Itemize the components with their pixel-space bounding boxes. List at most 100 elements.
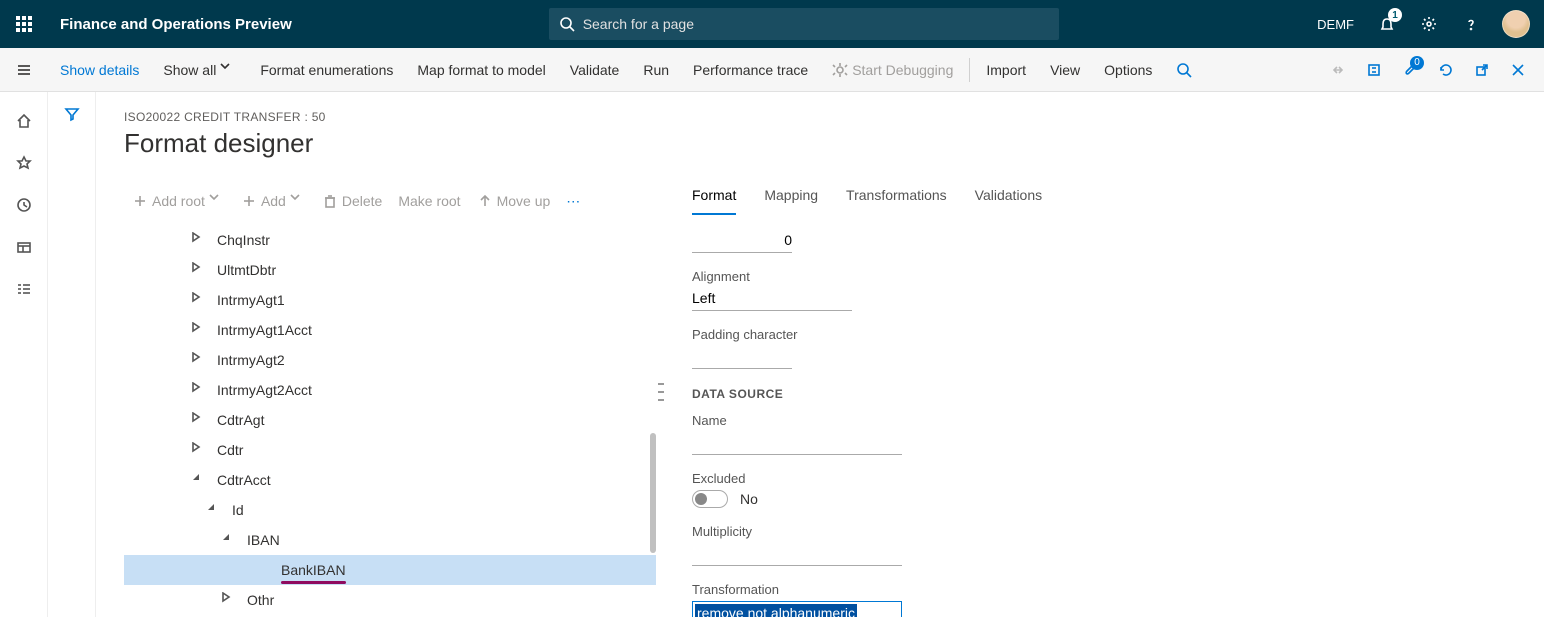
excluded-toggle[interactable] [692,490,728,508]
tree-row[interactable]: ChqInstr [124,225,656,255]
home-icon[interactable] [0,100,48,142]
performance-trace-button[interactable]: Performance trace [681,48,820,92]
hamburger-icon[interactable] [0,48,48,92]
cmd-search-icon[interactable] [1164,48,1204,92]
company-code[interactable]: DEMF [1317,17,1354,32]
notifications-icon[interactable]: 1 [1366,0,1408,48]
tree-row[interactable]: CdtrAgt [124,405,656,435]
transformation-value: remove not alphanumeric [695,604,857,617]
popout-icon[interactable] [1464,48,1500,92]
transformation-label: Transformation [692,582,1508,597]
tree-row[interactable]: CdtrAcct [124,465,656,495]
tab-format[interactable]: Format [692,183,736,215]
expand-closed-icon[interactable] [191,412,207,428]
expand-open-icon[interactable] [191,472,207,488]
map-format-button[interactable]: Map format to model [405,48,557,92]
tree-row[interactable]: IntrmyAgt2Acct [124,375,656,405]
tree-row[interactable]: IBAN [124,525,656,555]
tab-mapping[interactable]: Mapping [764,183,818,215]
app-title: Finance and Operations Preview [60,16,292,33]
multiplicity-label: Multiplicity [692,524,1508,539]
refresh-icon[interactable] [1428,48,1464,92]
tree-row[interactable]: Cdtr [124,435,656,465]
multiplicity-field[interactable] [692,541,902,566]
avatar[interactable] [1502,10,1530,38]
tree-label: IntrmyAgt2 [217,352,285,368]
import-button[interactable]: Import [974,48,1038,92]
format-enumerations-button[interactable]: Format enumerations [248,48,405,92]
move-up-button[interactable]: Move up [469,193,559,209]
show-details-button[interactable]: Show details [48,48,151,92]
search-input[interactable] [583,16,1050,32]
tree[interactable]: ChqInstr UltmtDbtrIntrmyAgt1IntrmyAgt1Acc… [124,219,656,617]
options-button[interactable]: Options [1092,48,1164,92]
close-icon[interactable] [1500,48,1536,92]
tree-label: Cdtr [217,442,243,458]
tab-validations[interactable]: Validations [975,183,1042,215]
padding-label: Padding character [692,327,1508,342]
tree-row[interactable]: Id [124,495,656,525]
expand-closed-icon[interactable] [191,322,207,338]
transformation-field[interactable]: remove not alphanumeric [692,601,902,617]
expand-closed-icon[interactable] [191,262,207,278]
app-launcher-icon[interactable] [0,0,48,48]
search-icon [559,16,574,32]
global-search[interactable] [549,8,1059,40]
tree-row[interactable]: IntrmyAgt1 [124,285,656,315]
tree-label: BankIBAN [281,562,346,578]
tree-label: IntrmyAgt2Acct [217,382,312,398]
expand-closed-icon[interactable] [191,292,207,308]
view-button[interactable]: View [1038,48,1092,92]
excluded-value: No [740,491,758,507]
breadcrumb: ISO20022 CREDIT TRANSFER : 50 [124,110,1516,124]
name-field[interactable] [692,430,902,455]
gear-icon[interactable] [1408,0,1450,48]
make-root-button[interactable]: Make root [390,193,468,209]
more-icon[interactable]: ⋯ [558,193,588,210]
favorites-icon[interactable] [0,142,48,184]
add-root-button[interactable]: Add root [124,193,233,209]
padding-field[interactable] [692,344,792,369]
main: ISO20022 CREDIT TRANSFER : 50 Format des… [96,92,1544,617]
expand-closed-icon[interactable] [191,232,207,248]
recent-icon[interactable] [0,184,48,226]
office-icon[interactable] [1356,48,1392,92]
tree-panel: Add root Add Delete Make root Move up ⋯ … [96,183,656,617]
name-label: Name [692,413,1508,428]
tab-transformations[interactable]: Transformations [846,183,947,215]
tree-row[interactable]: UltmtDbtr [124,255,656,285]
left-nav [0,92,48,617]
delete-button[interactable]: Delete [314,193,390,209]
attach-icon[interactable]: 0 [1392,48,1428,92]
modules-icon[interactable] [0,268,48,310]
expand-none [255,562,271,578]
tree-label: ChqInstr [217,232,270,248]
tree-row[interactable]: Othr [124,585,656,615]
filter-pane[interactable] [48,92,96,617]
tree-row[interactable]: IntrmyAgt2 [124,345,656,375]
expand-closed-icon[interactable] [191,382,207,398]
tree-label: CdtrAcct [217,472,271,488]
number-field[interactable] [692,228,792,253]
expand-open-icon[interactable] [206,502,222,518]
notification-badge: 1 [1388,8,1402,22]
workspaces-icon[interactable] [0,226,48,268]
expand-closed-icon[interactable] [191,352,207,368]
start-debugging-button[interactable]: Start Debugging [820,48,965,92]
properties-tabs: Format Mapping Transformations Validatio… [692,183,1508,216]
help-icon[interactable] [1450,0,1492,48]
show-all-button[interactable]: Show all [151,48,248,92]
filter-icon [64,106,80,122]
data-source-section: DATA SOURCE [692,387,1508,401]
expand-closed-icon[interactable] [221,592,237,608]
alignment-field[interactable] [692,286,852,311]
top-bar: Finance and Operations Preview DEMF 1 [0,0,1544,48]
expand-closed-icon[interactable] [191,442,207,458]
run-button[interactable]: Run [631,48,681,92]
link-icon[interactable] [1320,48,1356,92]
expand-open-icon[interactable] [221,532,237,548]
validate-button[interactable]: Validate [558,48,632,92]
add-button[interactable]: Add [233,193,314,209]
tree-row[interactable]: BankIBAN [124,555,656,585]
tree-row[interactable]: IntrmyAgt1Acct [124,315,656,345]
